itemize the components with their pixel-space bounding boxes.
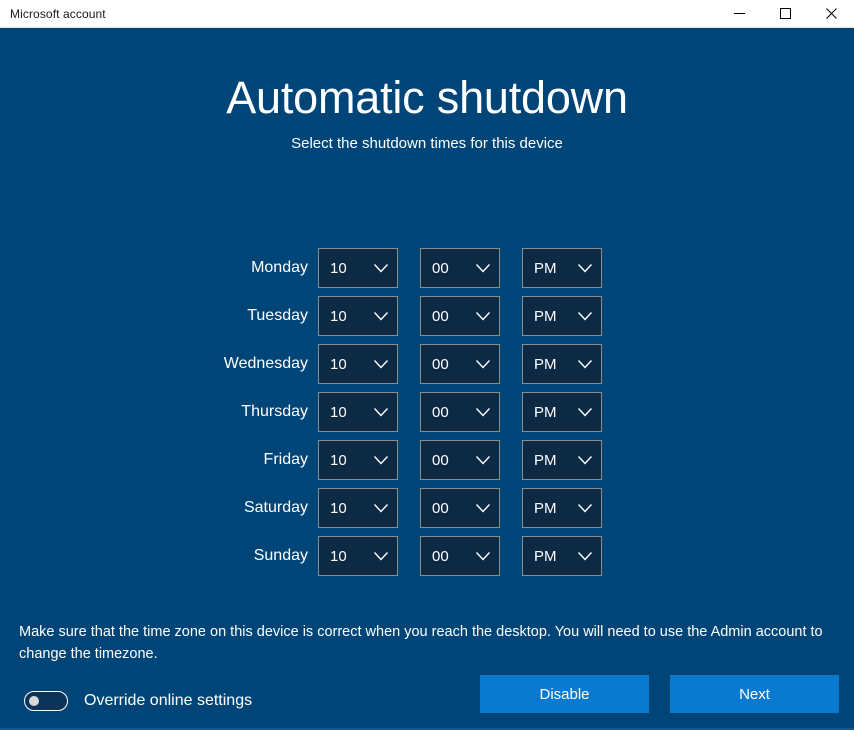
- meridiem-dropdown[interactable]: PM: [522, 296, 602, 336]
- chevron-down-icon: [578, 345, 592, 383]
- maximize-button[interactable]: [762, 0, 808, 28]
- chevron-down-icon: [374, 489, 388, 527]
- schedule-row: Wednesday 10 00 PM: [0, 344, 854, 384]
- toggle-switch[interactable]: [24, 691, 68, 711]
- hour-value: 10: [330, 259, 347, 277]
- chevron-down-icon: [578, 441, 592, 479]
- minimize-icon: [733, 8, 745, 19]
- minute-dropdown[interactable]: 00: [420, 488, 500, 528]
- hour-value: 10: [330, 403, 347, 421]
- toggle-label: Override online settings: [84, 692, 253, 709]
- meridiem-value: PM: [534, 355, 557, 373]
- meridiem-value: PM: [534, 499, 557, 517]
- chevron-down-icon: [374, 249, 388, 287]
- hour-dropdown[interactable]: 10: [318, 536, 398, 576]
- hour-dropdown[interactable]: 10: [318, 344, 398, 384]
- minute-value: 00: [432, 355, 449, 373]
- hour-dropdown[interactable]: 10: [318, 392, 398, 432]
- window-title: Microsoft account: [10, 6, 106, 21]
- meridiem-value: PM: [534, 259, 557, 277]
- meridiem-dropdown[interactable]: PM: [522, 440, 602, 480]
- hour-value: 10: [330, 307, 347, 325]
- chevron-down-icon: [578, 297, 592, 335]
- close-button[interactable]: [808, 0, 854, 28]
- chevron-down-icon: [476, 441, 490, 479]
- minute-dropdown[interactable]: 00: [420, 344, 500, 384]
- hour-dropdown[interactable]: 10: [318, 488, 398, 528]
- toggle-knob: [29, 696, 39, 706]
- shutdown-schedule: Monday 10 00 PM Tuesday 10 00 PM Wednesday 10 00 PM…: [0, 248, 854, 584]
- chevron-down-icon: [374, 537, 388, 575]
- chevron-down-icon: [476, 345, 490, 383]
- meridiem-dropdown[interactable]: PM: [522, 248, 602, 288]
- hour-dropdown[interactable]: 10: [318, 248, 398, 288]
- minimize-button[interactable]: [716, 0, 762, 28]
- meridiem-value: PM: [534, 547, 557, 565]
- page-title: Automatic shutdown: [226, 72, 628, 123]
- day-label: Friday: [263, 451, 308, 468]
- schedule-row: Friday 10 00 PM: [0, 440, 854, 480]
- minute-dropdown[interactable]: 00: [420, 296, 500, 336]
- hour-value: 10: [330, 547, 347, 565]
- day-label: Tuesday: [247, 307, 308, 324]
- meridiem-dropdown[interactable]: PM: [522, 344, 602, 384]
- minute-value: 00: [432, 499, 449, 517]
- schedule-row: Thursday 10 00 PM: [0, 392, 854, 432]
- chevron-down-icon: [578, 393, 592, 431]
- chevron-down-icon: [374, 345, 388, 383]
- minute-value: 00: [432, 547, 449, 565]
- chevron-down-icon: [476, 393, 490, 431]
- day-label: Monday: [251, 259, 308, 276]
- meridiem-dropdown[interactable]: PM: [522, 392, 602, 432]
- meridiem-value: PM: [534, 451, 557, 469]
- window-controls: [716, 0, 854, 28]
- minute-value: 00: [432, 403, 449, 421]
- hour-dropdown[interactable]: 10: [318, 296, 398, 336]
- hour-value: 10: [330, 451, 347, 469]
- minute-value: 00: [432, 259, 449, 277]
- meridiem-value: PM: [534, 403, 557, 421]
- hour-value: 10: [330, 355, 347, 373]
- day-label: Wednesday: [223, 355, 308, 372]
- chevron-down-icon: [374, 441, 388, 479]
- chevron-down-icon: [578, 489, 592, 527]
- minute-dropdown[interactable]: 00: [420, 392, 500, 432]
- chevron-down-icon: [374, 393, 388, 431]
- chevron-down-icon: [578, 537, 592, 575]
- chevron-down-icon: [374, 297, 388, 335]
- app-window: Microsoft account Automatic shutdown Sel…: [0, 0, 854, 730]
- page-subtitle: Select the shutdown times for this devic…: [291, 135, 563, 153]
- day-label: Saturday: [243, 499, 308, 516]
- action-buttons: Disable Next: [480, 675, 839, 713]
- maximize-icon: [779, 8, 791, 19]
- day-label: Thursday: [241, 403, 308, 420]
- schedule-row: Monday 10 00 PM: [0, 248, 854, 288]
- chevron-down-icon: [476, 489, 490, 527]
- page-content: Automatic shutdown Select the shutdown t…: [0, 28, 854, 730]
- minute-value: 00: [432, 307, 449, 325]
- minute-value: 00: [432, 451, 449, 469]
- chevron-down-icon: [476, 249, 490, 287]
- hour-value: 10: [330, 499, 347, 517]
- footer: Override online settings Disable Next: [0, 644, 854, 730]
- schedule-row: Sunday 10 00 PM: [0, 536, 854, 576]
- override-online-settings-toggle[interactable]: Override online settings: [24, 691, 252, 711]
- meridiem-value: PM: [534, 307, 557, 325]
- meridiem-dropdown[interactable]: PM: [522, 536, 602, 576]
- chevron-down-icon: [578, 249, 592, 287]
- next-button[interactable]: Next: [670, 675, 839, 713]
- titlebar: Microsoft account: [0, 0, 854, 28]
- minute-dropdown[interactable]: 00: [420, 248, 500, 288]
- schedule-row: Saturday 10 00 PM: [0, 488, 854, 528]
- minute-dropdown[interactable]: 00: [420, 440, 500, 480]
- chevron-down-icon: [476, 297, 490, 335]
- day-label: Sunday: [253, 547, 308, 564]
- close-icon: [825, 8, 837, 19]
- chevron-down-icon: [476, 537, 490, 575]
- disable-button[interactable]: Disable: [480, 675, 649, 713]
- meridiem-dropdown[interactable]: PM: [522, 488, 602, 528]
- schedule-row: Tuesday 10 00 PM: [0, 296, 854, 336]
- hour-dropdown[interactable]: 10: [318, 440, 398, 480]
- minute-dropdown[interactable]: 00: [420, 536, 500, 576]
